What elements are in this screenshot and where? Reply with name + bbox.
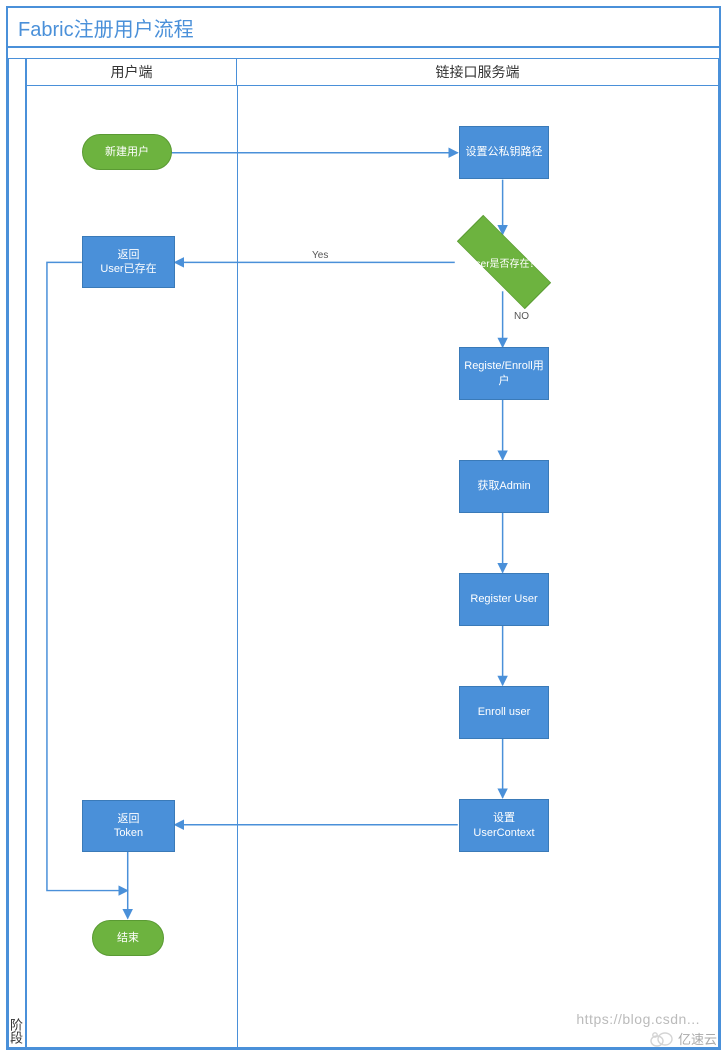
lane-separator: [237, 86, 238, 1047]
connectors-svg: [27, 86, 718, 1047]
start-node: 新建用户: [82, 134, 172, 170]
stage-strip: [8, 58, 26, 1048]
set-usercontext-box: 设置UserContext: [459, 799, 549, 852]
set-keys-box: 设置公私钥路径: [459, 126, 549, 179]
lane-header-client: 用户端: [27, 59, 237, 85]
enroll-user-box: Enroll user: [459, 686, 549, 739]
end-node: 结束: [92, 920, 164, 956]
return-exists-l1: 返回: [118, 248, 140, 262]
lane-body: 新建用户 设置公私钥路径 User是否存在？ Yes NO 返回 User已存在…: [26, 86, 719, 1048]
lane-header-server: 链接口服务端: [237, 59, 718, 85]
return-token-l2: Token: [114, 826, 143, 840]
cloud-icon: [648, 1030, 674, 1048]
lane-headers: 用户端 链接口服务端: [26, 58, 719, 86]
watermark-text: https://blog.csdn...: [576, 1011, 700, 1027]
decision-text: User是否存在？: [456, 232, 552, 292]
brand-badge: 亿速云: [648, 1029, 717, 1048]
stage-label: 阶段: [9, 1018, 25, 1044]
register-user-box: Register User: [459, 573, 549, 626]
return-exists-box: 返回 User已存在: [82, 236, 175, 288]
brand-text: 亿速云: [678, 1029, 717, 1048]
edge-label-no: NO: [514, 311, 529, 322]
diagram-page: Fabric注册用户流程 阶段 用户端 链接口服务端: [0, 0, 727, 1056]
return-token-l1: 返回: [118, 812, 140, 826]
get-admin-box: 获取Admin: [459, 460, 549, 513]
edge-label-yes: Yes: [312, 250, 328, 261]
decision-node: User是否存在？: [456, 232, 552, 292]
registe-enroll-box: Registe/Enroll用户: [459, 347, 549, 400]
return-exists-l2: User已存在: [100, 262, 156, 276]
return-token-box: 返回 Token: [82, 800, 175, 852]
title-bar: Fabric注册用户流程: [8, 8, 719, 48]
diagram-title: Fabric注册用户流程: [18, 13, 194, 42]
